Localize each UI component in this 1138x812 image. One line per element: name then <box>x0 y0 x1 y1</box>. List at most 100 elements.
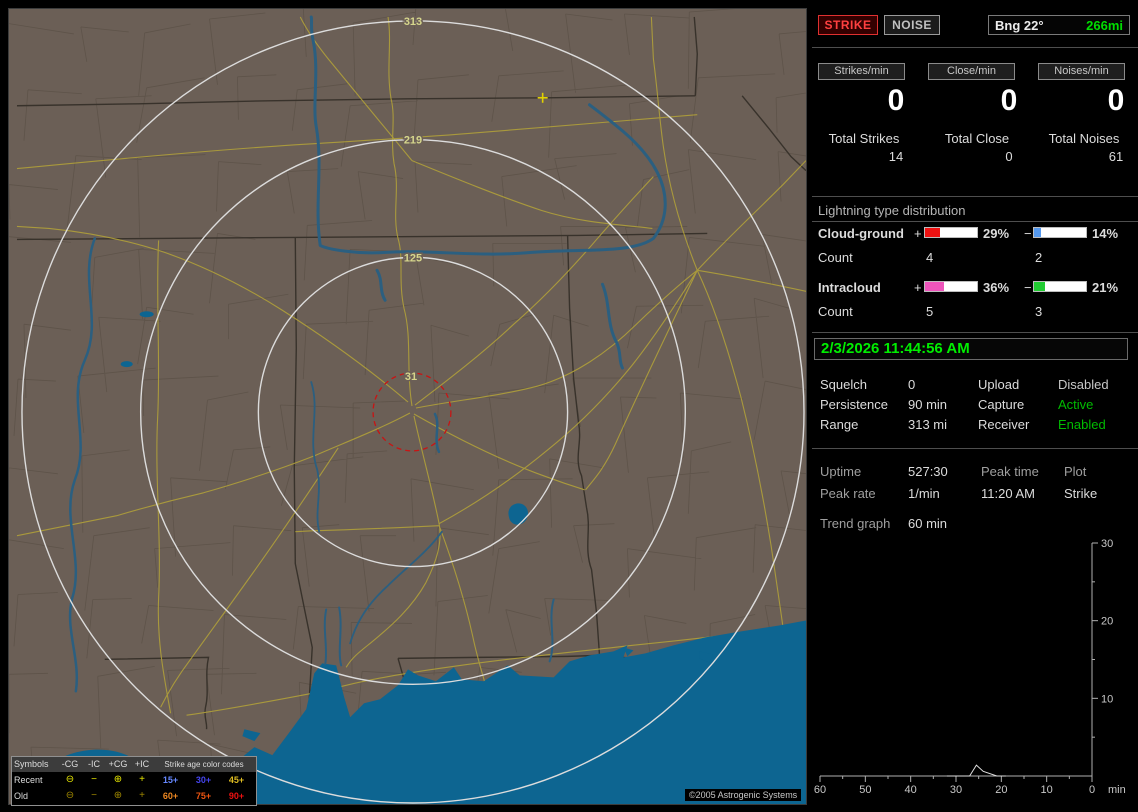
neg-ic-old-icon: − <box>91 790 97 801</box>
peak-time-label: Peak time <box>981 464 1039 479</box>
pos-ic-old-icon: + <box>139 790 145 801</box>
divider <box>812 196 1138 197</box>
pos-cg-recent-icon: ⊕ <box>113 774 123 785</box>
pos-ic-recent-icon: + <box>139 774 145 785</box>
map-legend: Symbols -CG -IC +CG +IC Strike age color… <box>11 756 257 806</box>
lightning-tracker-app: { "app": { "copyright": "©2005 Astrogeni… <box>0 0 1138 812</box>
legend-old-label: Old <box>14 791 29 801</box>
capture-label: Capture <box>978 397 1025 412</box>
ring-label-219: 219 <box>404 135 422 147</box>
squelch-value: 0 <box>908 377 916 392</box>
trend-graph: 30 20 10 60 50 40 30 20 10 0 min <box>814 538 1126 796</box>
strikes-per-min-value: 0 <box>887 84 905 117</box>
plus-sign: + <box>914 280 922 295</box>
ring-label-313: 313 <box>404 16 422 28</box>
plot-value: Strike <box>1064 486 1098 501</box>
svg-text:20: 20 <box>995 784 1007 796</box>
legend-col-ncg: -CG <box>61 759 79 769</box>
total-noises-value: 61 <box>1108 149 1124 164</box>
legend-row-old: Old ⊖ − ⊕ + 60+ 75+ 90+ <box>12 788 256 804</box>
age-code-30: 30+ <box>195 775 212 785</box>
total-close-label: Total Close <box>944 131 1010 146</box>
intracloud-negative-pct: 21% <box>1092 280 1119 295</box>
svg-text:0: 0 <box>1089 784 1095 796</box>
plus-sign: + <box>914 226 922 241</box>
count-label: Count <box>818 250 853 265</box>
legend-col-nic: -IC <box>88 759 100 769</box>
uptime-label: Uptime <box>820 464 862 479</box>
cloud-ground-positive-pct: 29% <box>983 226 1010 241</box>
ring-label-125: 125 <box>404 252 422 264</box>
receiver-status: Enabled <box>1058 417 1106 432</box>
noises-per-min-value: 0 <box>1107 84 1125 117</box>
strike-indicator: STRIKE <box>818 15 878 35</box>
divider <box>812 332 1138 333</box>
persistence-value: 90 min <box>908 397 948 412</box>
svg-text:30: 30 <box>950 784 962 796</box>
intracloud-negative-count: 3 <box>1035 304 1043 319</box>
close-per-min-value: 0 <box>1000 84 1018 117</box>
minus-sign: − <box>1024 280 1032 295</box>
legend-header: Symbols -CG -IC +CG +IC Strike age color… <box>12 757 256 772</box>
uptime-value: 527:30 <box>908 464 948 479</box>
intracloud-positive-count: 5 <box>926 304 934 319</box>
capture-status: Active <box>1058 397 1094 412</box>
legend-recent-label: Recent <box>14 775 43 785</box>
receiver-label: Receiver <box>978 417 1030 432</box>
cloud-ground-positive-bar <box>924 227 978 238</box>
svg-text:60: 60 <box>814 784 826 796</box>
peak-time-value: 11:20 AM <box>981 486 1035 501</box>
peak-rate-value: 1/min <box>908 486 940 501</box>
intracloud-negative-bar <box>1033 281 1087 292</box>
legend-symbols-header: Symbols <box>14 759 49 769</box>
cloud-ground-label: Cloud-ground <box>818 226 904 241</box>
legend-age-header: Strike age color codes <box>164 760 244 769</box>
peak-rate-label: Peak rate <box>820 486 876 501</box>
total-close-value: 0 <box>1005 149 1013 164</box>
legend-col-pcg: +CG <box>108 759 128 769</box>
legend-col-pic: +IC <box>134 759 150 769</box>
svg-text:min: min <box>1108 784 1126 796</box>
legend-row-recent: Recent ⊖ − ⊕ + 15+ 30+ 45+ <box>12 772 256 788</box>
strikes-per-min-label: Strikes/min <box>818 63 905 80</box>
noises-per-min-label: Noises/min <box>1038 63 1125 80</box>
squelch-label: Squelch <box>820 377 867 392</box>
neg-cg-old-icon: ⊖ <box>65 790 75 801</box>
distance-value: 266mi <box>1086 17 1123 33</box>
trend-graph-window: 60 min <box>908 516 948 531</box>
close-per-min-label: Close/min <box>928 63 1015 80</box>
age-code-90: 90+ <box>228 791 245 801</box>
cloud-ground-negative-bar <box>1033 227 1087 238</box>
persistence-label: Persistence <box>820 397 888 412</box>
age-code-45: 45+ <box>228 775 245 785</box>
svg-text:10: 10 <box>1041 784 1053 796</box>
upload-label: Upload <box>978 377 1020 392</box>
map-canvas[interactable]: 313 219 125 31 <box>9 9 806 804</box>
total-strikes-value: 14 <box>888 149 904 164</box>
clock-display: 2/3/2026 11:44:56 AM <box>814 338 1128 360</box>
bearing-value: Bng 22° <box>995 17 1044 33</box>
cloud-ground-negative-pct: 14% <box>1092 226 1119 241</box>
trend-graph-label: Trend graph <box>820 516 891 531</box>
svg-text:50: 50 <box>859 784 871 796</box>
svg-text:10: 10 <box>1101 693 1113 705</box>
bearing-distance-box: Bng 22° 266mi <box>988 15 1130 35</box>
svg-text:40: 40 <box>905 784 917 796</box>
svg-text:20: 20 <box>1101 616 1113 628</box>
plot-label: Plot <box>1064 464 1087 479</box>
ring-label-31: 31 <box>405 371 417 383</box>
neg-cg-recent-icon: ⊖ <box>65 774 75 785</box>
copyright-text: ©2005 Astrogenic Systems <box>685 789 802 801</box>
intracloud-positive-bar <box>924 281 978 292</box>
divider <box>812 221 1138 222</box>
total-noises-label: Total Noises <box>1048 131 1120 146</box>
total-strikes-label: Total Strikes <box>828 131 900 146</box>
distribution-title: Lightning type distribution <box>818 203 966 218</box>
minus-sign: − <box>1024 226 1032 241</box>
cloud-ground-negative-count: 2 <box>1035 250 1043 265</box>
range-value: 313 mi <box>908 417 948 432</box>
age-code-60: 60+ <box>162 791 179 801</box>
svg-text:30: 30 <box>1101 538 1113 550</box>
neg-ic-recent-icon: − <box>91 774 97 785</box>
count-label: Count <box>818 304 853 319</box>
